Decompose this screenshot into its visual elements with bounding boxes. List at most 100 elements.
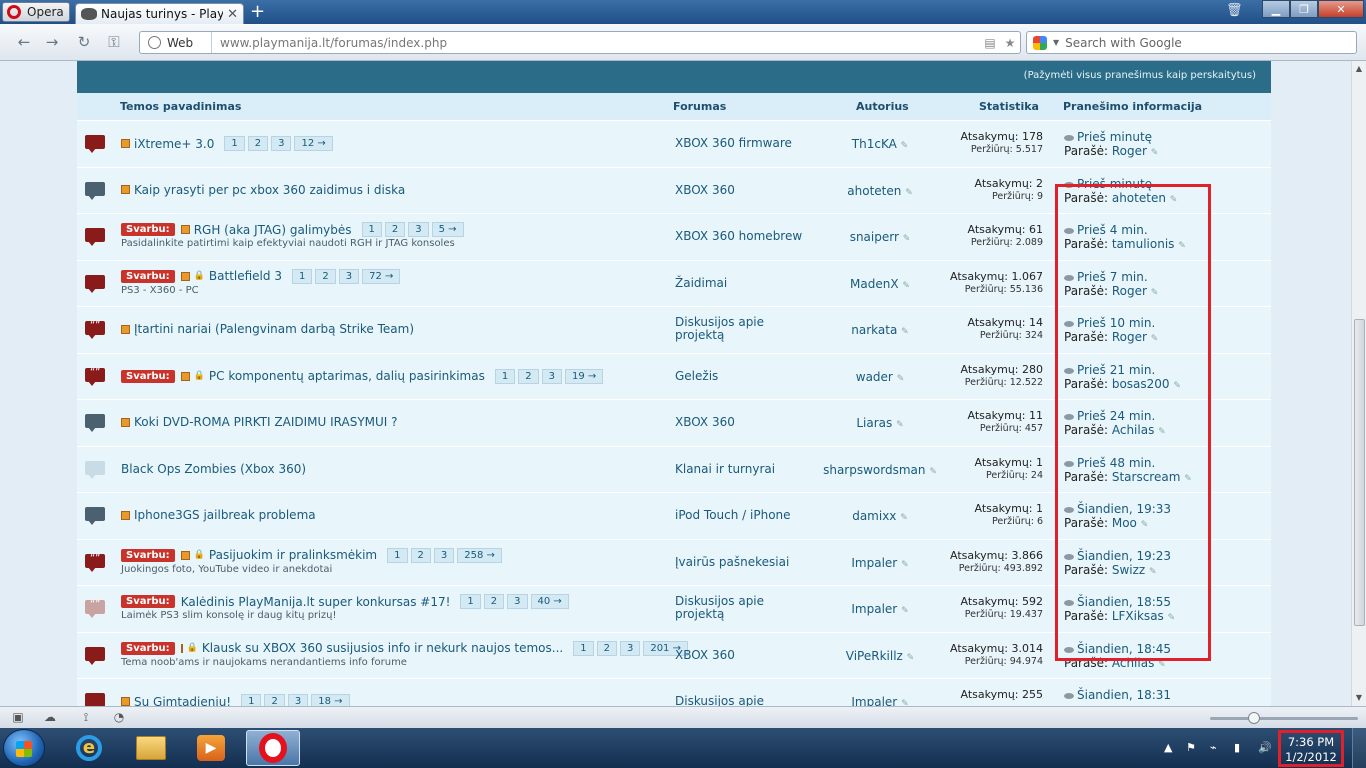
scroll-down-icon[interactable]: ▼ (1352, 690, 1366, 706)
panel-toggle-icon[interactable]: ▣ (10, 710, 26, 724)
profile-icon[interactable]: ✎ (901, 606, 909, 616)
page-link[interactable]: 3 (338, 268, 360, 284)
forum-link[interactable]: Geležis (675, 369, 805, 383)
address-bar[interactable]: Web www.playmanija.lt/forumas/index.php … (139, 31, 1021, 54)
page-link[interactable]: 3 (271, 136, 292, 151)
new-posts-icon[interactable] (180, 225, 190, 234)
media-player-button[interactable]: ▶ (184, 730, 238, 766)
forum-link[interactable]: iPod Touch / iPhone (675, 509, 805, 522)
new-posts-icon[interactable] (121, 697, 130, 706)
author-link[interactable]: Th1cKA (852, 137, 897, 151)
zoom-slider[interactable] (1210, 712, 1358, 724)
browser-tab[interactable]: Naujas turinys - PlayM... ✕ (75, 3, 244, 24)
forward-icon[interactable]: → (42, 32, 62, 52)
forum-link[interactable]: Įvairūs pašnekesiai (675, 555, 805, 569)
page-link[interactable]: 72 → (362, 268, 401, 284)
column-stats[interactable]: Statistika (979, 100, 1039, 113)
topic-title-link[interactable]: Battlefield 3 (209, 269, 282, 283)
power-icon[interactable]: ⌁ (1210, 741, 1217, 754)
topic-title-link[interactable]: Kaip yrasyti per pc xbox 360 zaidimus i … (134, 183, 405, 197)
page-link[interactable]: 1 (224, 136, 245, 151)
tab-close-icon[interactable]: ✕ (227, 7, 238, 22)
author-link[interactable]: snaiperr (850, 230, 899, 244)
last-post-time[interactable]: Šiandien, 18:31 (1077, 688, 1171, 702)
action-center-icon[interactable]: ⚑ (1186, 741, 1196, 754)
maximize-button[interactable]: ❐ (1290, 0, 1318, 18)
forum-link[interactable]: Žaidimai (675, 276, 805, 290)
topic-title-link[interactable]: Klausk su XBOX 360 susijusios info ir ne… (202, 641, 563, 655)
mark-all-read-link[interactable]: (Pažymėti visus pranešimus kaip perskait… (1024, 70, 1256, 81)
new-posts-icon[interactable] (180, 550, 190, 560)
column-author[interactable]: Autorius (856, 100, 909, 113)
security-badge[interactable]: Web (140, 32, 212, 53)
zoom-slider-knob[interactable] (1248, 712, 1260, 724)
opera-taskbar-button[interactable] (246, 730, 300, 766)
new-posts-icon[interactable] (180, 371, 190, 381)
profile-icon[interactable]: ✎ (903, 234, 911, 244)
page-link[interactable]: 3 (507, 594, 528, 609)
topic-title-link[interactable]: Su Gimtadieniu! (134, 695, 231, 707)
search-field[interactable]: ▼ Search with Google (1026, 31, 1357, 54)
page-link[interactable]: 5 → (431, 222, 464, 237)
new-posts-icon[interactable] (180, 643, 183, 653)
profile-icon[interactable]: ✎ (1151, 148, 1159, 158)
profile-icon[interactable]: ✎ (900, 513, 908, 523)
profile-icon[interactable]: ✎ (902, 281, 910, 291)
topic-title-link[interactable]: PC komponentų aptarimas, dalių pasirinki… (209, 369, 485, 383)
page-link[interactable]: 2 (264, 694, 285, 706)
page-link[interactable]: 1 (291, 268, 313, 284)
last-post-icon[interactable] (1064, 135, 1074, 141)
opera-unite-icon[interactable]: ☁ (42, 710, 58, 724)
profile-icon[interactable]: ✎ (929, 467, 937, 477)
author-link[interactable]: MadenX (850, 277, 899, 291)
page-link[interactable]: 1 (241, 694, 262, 706)
forum-link[interactable]: XBOX 360 homebrew (675, 230, 805, 243)
page-link[interactable]: 2 (483, 594, 505, 609)
page-link[interactable]: 3 (287, 694, 309, 706)
page-link[interactable]: 1 (387, 547, 408, 563)
page-link[interactable]: 40 → (530, 594, 569, 609)
author-link[interactable]: sharpswordsman (823, 463, 925, 477)
page-link[interactable]: 1 (573, 640, 594, 656)
topic-title-link[interactable]: Koki DVD-ROMA PIRKTI ZAIDIMU IRASYMUI ? (134, 415, 398, 429)
page-link[interactable]: 2 (384, 222, 406, 237)
forum-link[interactable]: Klanai ir turnyrai (675, 462, 805, 476)
page-link[interactable]: 1 (361, 222, 382, 237)
scroll-up-icon[interactable]: ▲ (1352, 61, 1366, 77)
forum-link[interactable]: XBOX 360 (675, 183, 805, 197)
new-posts-icon[interactable] (121, 510, 130, 520)
last-poster-link[interactable]: Roger (1112, 144, 1147, 158)
page-link[interactable]: 3 (541, 368, 562, 384)
page-link[interactable]: 2 (596, 640, 617, 656)
author-link[interactable]: Impaler (851, 602, 897, 616)
forum-link[interactable]: XBOX 360 (675, 416, 805, 429)
profile-icon[interactable]: ✎ (897, 374, 905, 384)
network-icon[interactable]: ▮ (1234, 741, 1240, 754)
new-posts-icon[interactable] (121, 324, 130, 334)
back-icon[interactable]: ← (14, 32, 34, 52)
author-link[interactable]: Impaler (851, 556, 897, 570)
author-link[interactable]: wader (856, 370, 893, 384)
key-icon[interactable]: ⚿ (104, 32, 124, 52)
rss-icon[interactable]: ▤ (980, 36, 1000, 50)
new-posts-icon[interactable] (121, 139, 130, 148)
forum-link[interactable]: XBOX 360 firmware (675, 137, 805, 150)
page-link[interactable]: 2 (315, 268, 336, 284)
last-post-time[interactable]: Prieš minutę (1077, 130, 1152, 144)
author-link[interactable]: Liaras (856, 416, 892, 430)
author-link[interactable]: damixx (852, 509, 896, 523)
bookmark-star-icon[interactable]: ★ (1000, 36, 1020, 50)
opera-link-icon[interactable]: ⟟ (78, 710, 94, 724)
opera-menu-button[interactable]: Opera (2, 2, 70, 22)
last-post-icon[interactable] (1064, 693, 1074, 699)
page-link[interactable]: 2 (518, 368, 539, 384)
profile-icon[interactable]: ✎ (901, 327, 909, 337)
profile-icon[interactable]: ✎ (907, 653, 915, 663)
page-link[interactable]: 3 (408, 222, 429, 237)
scrollbar-thumb[interactable] (1354, 319, 1365, 626)
trash-icon[interactable]: 🗑 (1226, 3, 1243, 19)
new-tab-button[interactable]: + (250, 2, 265, 22)
profile-icon[interactable]: ✎ (896, 420, 904, 430)
new-posts-icon[interactable] (121, 417, 130, 427)
turbo-icon[interactable]: ◔ (111, 710, 127, 724)
